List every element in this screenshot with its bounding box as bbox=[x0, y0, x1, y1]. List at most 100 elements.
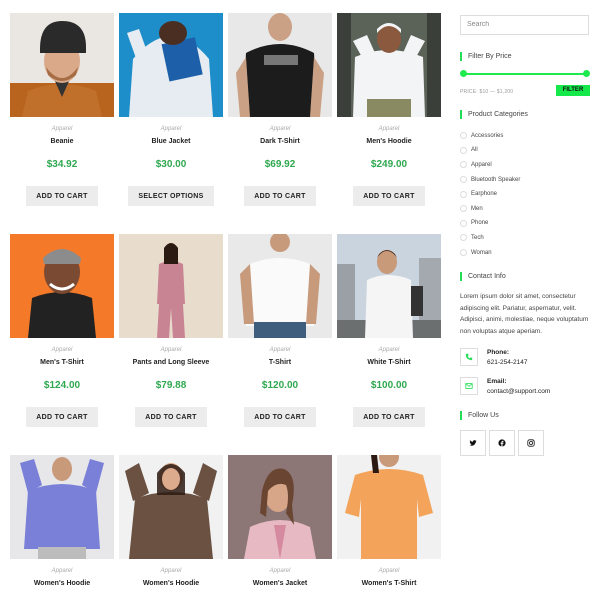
product-image-pants-and-long-sleeve[interactable] bbox=[119, 234, 223, 338]
product-name[interactable]: Women's T-Shirt bbox=[337, 580, 441, 590]
product-image-womens-jacket[interactable] bbox=[228, 455, 332, 559]
add-to-cart-button[interactable]: ADD TO CART bbox=[26, 186, 98, 206]
product-name[interactable]: White T-Shirt bbox=[337, 359, 441, 369]
category-item[interactable]: Men bbox=[460, 201, 590, 216]
radio-icon[interactable] bbox=[460, 219, 467, 227]
product-price: $30.00 bbox=[155, 159, 187, 170]
filter-button[interactable]: FILTER bbox=[556, 84, 590, 96]
add-to-cart-button[interactable]: ADD TO CART bbox=[26, 407, 98, 427]
radio-icon[interactable] bbox=[460, 190, 467, 198]
widget-title: Follow Us bbox=[460, 411, 590, 421]
add-to-cart-button[interactable]: ADD TO CART bbox=[353, 186, 425, 206]
product-name[interactable]: Blue Jacket bbox=[119, 138, 223, 148]
product-image-white-t-shirt[interactable] bbox=[337, 234, 441, 338]
category-item[interactable]: Apparel bbox=[460, 158, 590, 173]
add-to-cart-button[interactable]: ADD TO CART bbox=[244, 407, 316, 427]
category-item[interactable]: Accessories bbox=[460, 129, 590, 144]
product-card[interactable]: Apparel Beanie $34.92 ADD TO CART bbox=[10, 13, 114, 206]
product-name[interactable]: Men's T-Shirt bbox=[10, 359, 114, 369]
product-name[interactable]: Men's Hoodie bbox=[337, 138, 441, 148]
product-price: $69.92 bbox=[264, 159, 296, 170]
product-price: $249.00 bbox=[370, 159, 408, 170]
product-category: Apparel bbox=[160, 568, 182, 574]
product-name[interactable]: Dark T-Shirt bbox=[228, 138, 332, 148]
product-price: $79.88 bbox=[155, 380, 187, 391]
product-card[interactable]: Apparel Women's Hoodie bbox=[10, 455, 114, 590]
add-to-cart-button[interactable]: ADD TO CART bbox=[353, 407, 425, 427]
category-list: Accessories All Apparel Bluetooth Speake… bbox=[460, 129, 590, 260]
product-card[interactable]: Apparel Women's Hoodie bbox=[119, 455, 223, 590]
category-label: Men bbox=[471, 205, 483, 212]
slider-min-handle[interactable] bbox=[460, 69, 467, 77]
facebook-icon[interactable] bbox=[489, 430, 515, 457]
category-item[interactable]: All bbox=[460, 143, 590, 158]
product-image-blue-jacket[interactable] bbox=[119, 13, 223, 117]
slider-max-handle[interactable] bbox=[583, 69, 590, 77]
category-item[interactable]: Phone bbox=[460, 216, 590, 231]
category-item[interactable]: Bluetooth Speaker bbox=[460, 172, 590, 187]
category-label: Tech bbox=[471, 234, 484, 241]
category-label: Apparel bbox=[471, 161, 492, 168]
product-category: Apparel bbox=[51, 347, 73, 353]
radio-icon[interactable] bbox=[460, 146, 467, 154]
radio-icon[interactable] bbox=[460, 205, 467, 213]
category-label: Earphone bbox=[471, 191, 498, 198]
product-card[interactable]: Apparel Blue Jacket $30.00 SELECT OPTION… bbox=[119, 13, 223, 206]
product-category: Apparel bbox=[269, 347, 291, 353]
product-name[interactable]: T-Shirt bbox=[228, 359, 332, 369]
product-category: Apparel bbox=[160, 347, 182, 353]
product-image-womens-hoodie[interactable] bbox=[10, 455, 114, 559]
product-image-womens-t-shirt[interactable] bbox=[337, 455, 441, 559]
select-options-button[interactable]: SELECT OPTIONS bbox=[128, 186, 214, 206]
category-item[interactable]: Woman bbox=[460, 245, 590, 260]
product-image-dark-t-shirt[interactable] bbox=[228, 13, 332, 117]
category-item[interactable]: Tech bbox=[460, 231, 590, 246]
product-name[interactable]: Women's Hoodie bbox=[10, 580, 114, 590]
radio-icon[interactable] bbox=[460, 234, 467, 242]
product-image-mens-hoodie[interactable] bbox=[337, 13, 441, 117]
radio-icon[interactable] bbox=[460, 176, 467, 184]
product-price: $124.00 bbox=[43, 380, 81, 391]
product-image-t-shirt[interactable] bbox=[228, 234, 332, 338]
add-to-cart-button[interactable]: ADD TO CART bbox=[135, 407, 207, 427]
price-range-label: PRICE: $10 — $1,200 bbox=[460, 88, 514, 95]
product-card[interactable]: Apparel Men's T-Shirt $124.00 ADD TO CAR… bbox=[10, 234, 114, 427]
price-range-slider[interactable] bbox=[460, 69, 590, 79]
product-image-mens-t-shirt[interactable] bbox=[10, 234, 114, 338]
phone-number[interactable]: 621-254-2147 bbox=[487, 358, 527, 368]
product-card[interactable]: Apparel T-Shirt $120.00 ADD TO CART bbox=[228, 234, 332, 427]
twitter-icon[interactable] bbox=[460, 430, 486, 457]
product-category: Apparel bbox=[51, 126, 73, 132]
radio-icon[interactable] bbox=[460, 249, 467, 257]
product-card[interactable]: Apparel Pants and Long Sleeve $79.88 ADD… bbox=[119, 234, 223, 427]
search-input[interactable] bbox=[460, 14, 589, 35]
contact-widget: Contact Info Lorem ipsum dolor sit amet,… bbox=[460, 271, 590, 397]
category-label: Accessories bbox=[471, 132, 504, 139]
product-card[interactable]: Apparel White T-Shirt $100.00 ADD TO CAR… bbox=[337, 234, 441, 427]
product-card[interactable]: Apparel Dark T-Shirt $69.92 ADD TO CART bbox=[228, 13, 332, 206]
product-image-beanie[interactable] bbox=[10, 13, 114, 117]
social-links bbox=[460, 430, 590, 457]
product-price: $100.00 bbox=[370, 380, 408, 391]
follow-widget: Follow Us bbox=[460, 411, 590, 457]
product-image-womens-hoodie[interactable] bbox=[119, 455, 223, 559]
radio-icon[interactable] bbox=[460, 132, 467, 140]
product-name[interactable]: Beanie bbox=[10, 138, 114, 148]
product-category: Apparel bbox=[378, 347, 400, 353]
instagram-icon[interactable] bbox=[518, 430, 544, 457]
product-price: $34.92 bbox=[46, 159, 78, 170]
product-card[interactable]: Apparel Women's T-Shirt bbox=[337, 455, 441, 590]
product-name[interactable]: Pants and Long Sleeve bbox=[119, 359, 223, 369]
category-label: Woman bbox=[471, 249, 492, 256]
filter-widget: Filter By Price PRICE: $10 — $1,200 FILT… bbox=[460, 51, 590, 99]
radio-icon[interactable] bbox=[460, 161, 467, 169]
add-to-cart-button[interactable]: ADD TO CART bbox=[244, 186, 316, 206]
product-name[interactable]: Women's Jacket bbox=[228, 580, 332, 590]
product-card[interactable]: Apparel Women's Jacket bbox=[228, 455, 332, 590]
email-address[interactable]: contact@support.com bbox=[487, 387, 550, 397]
product-category: Apparel bbox=[51, 568, 73, 574]
category-item[interactable]: Earphone bbox=[460, 187, 590, 202]
product-card[interactable]: Apparel Men's Hoodie $249.00 ADD TO CART bbox=[337, 13, 441, 206]
phone-icon bbox=[460, 348, 478, 367]
product-name[interactable]: Women's Hoodie bbox=[119, 580, 223, 590]
